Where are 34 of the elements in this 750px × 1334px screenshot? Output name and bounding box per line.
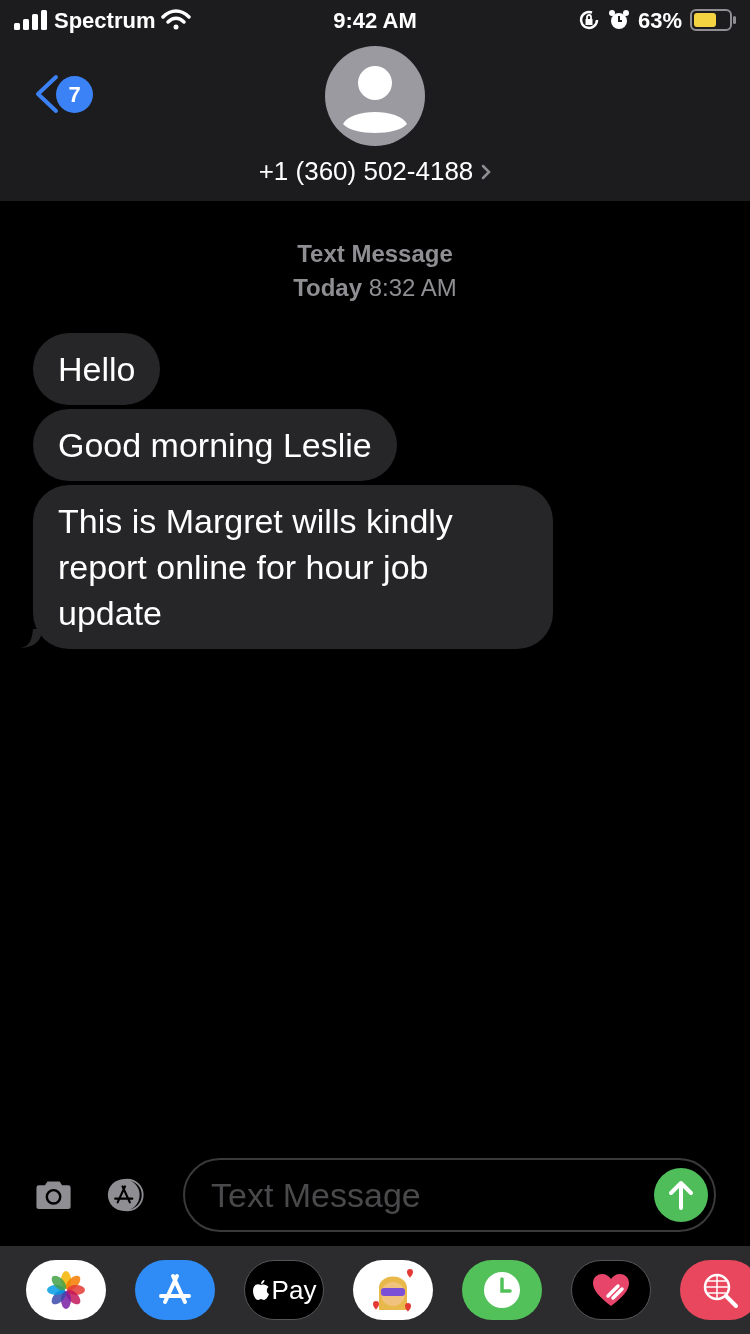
wifi-icon xyxy=(161,9,192,31)
back-button[interactable]: 7 xyxy=(34,74,93,114)
apple-icon xyxy=(251,1279,270,1301)
back-chevron-icon xyxy=(34,74,60,114)
send-button[interactable] xyxy=(654,1168,708,1222)
arrow-up-icon xyxy=(668,1180,694,1210)
web-search-button[interactable] xyxy=(680,1260,750,1320)
clock-icon xyxy=(482,1270,522,1310)
bubble-tail-icon xyxy=(21,629,43,649)
message-composer[interactable]: Text Message xyxy=(183,1158,716,1232)
photos-app-button[interactable] xyxy=(26,1260,106,1320)
flower-icon xyxy=(46,1270,86,1310)
app-store-button[interactable] xyxy=(135,1260,215,1320)
status-time: 9:42 AM xyxy=(333,6,417,35)
rotation-lock-icon xyxy=(577,9,600,31)
message-bubble: Good morning Leslie xyxy=(33,409,397,481)
service-label: Text Message xyxy=(297,239,453,269)
message-timestamp: Today 8:32 AM xyxy=(293,273,457,303)
unread-badge: 7 xyxy=(56,75,93,113)
message-input-field[interactable]: Text Message xyxy=(211,1169,654,1221)
memoji-button[interactable] xyxy=(353,1260,433,1320)
alarm-icon xyxy=(607,9,630,31)
message-bubble: Hello xyxy=(33,333,161,405)
message-bubble: This is Margret wills kindly report online for hour job update xyxy=(33,485,553,649)
chevron-right-icon xyxy=(481,163,492,180)
signal-icon xyxy=(14,10,48,30)
battery-percent: 63% xyxy=(637,6,682,35)
contact-avatar-icon xyxy=(325,46,425,146)
contact-name[interactable]: +1 (360) 502-4188 xyxy=(258,152,492,191)
heart-icon xyxy=(591,1272,631,1308)
battery-icon xyxy=(690,9,736,31)
carrier-name: Spectrum xyxy=(54,6,156,35)
apple-pay-button[interactable]: Pay xyxy=(244,1260,324,1320)
clock-app-button[interactable] xyxy=(462,1260,542,1320)
